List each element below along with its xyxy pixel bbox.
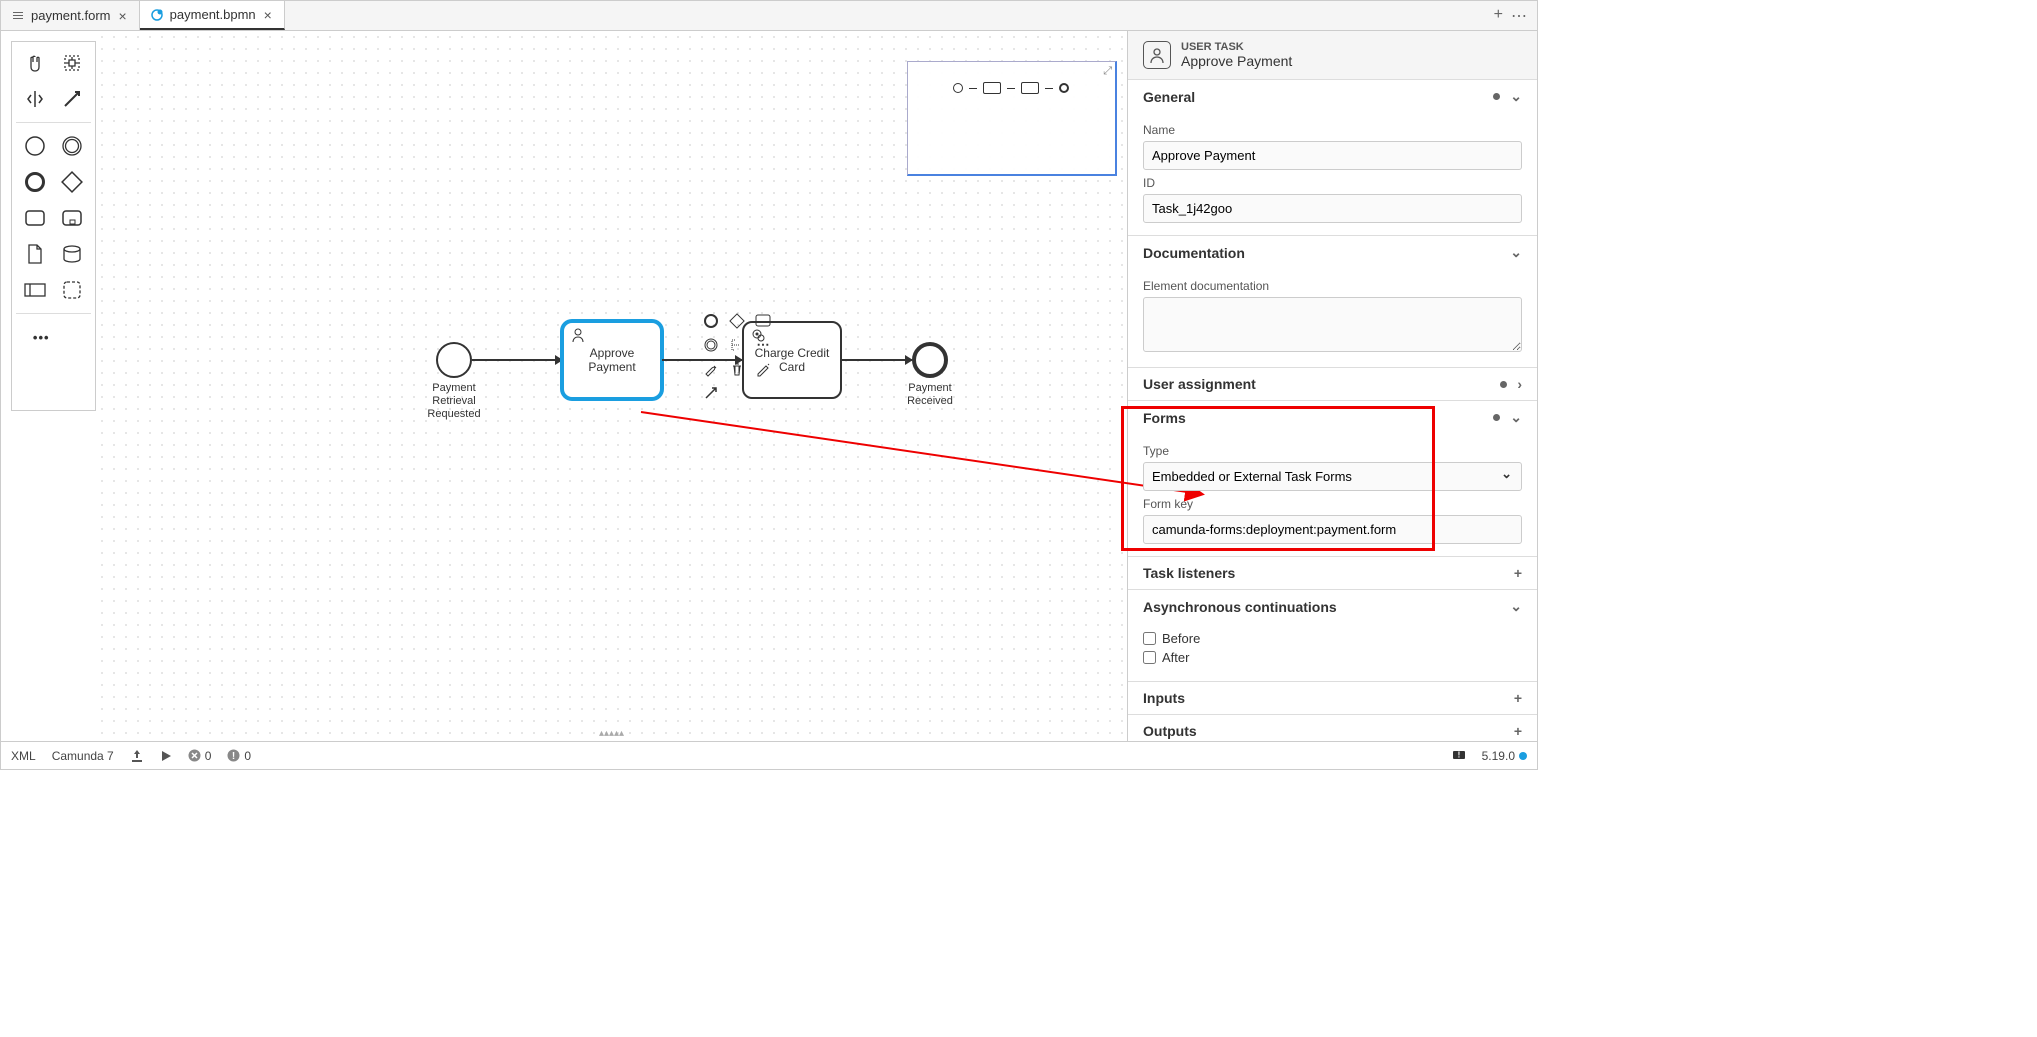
id-input[interactable] bbox=[1143, 194, 1522, 223]
sequence-flow[interactable] bbox=[472, 359, 562, 361]
section-async-toggle[interactable]: Asynchronous continuations ⌄ bbox=[1128, 590, 1537, 623]
element-type: USER TASK bbox=[1181, 41, 1292, 53]
delete-tool[interactable] bbox=[727, 359, 747, 379]
name-label: Name bbox=[1143, 123, 1522, 137]
user-icon bbox=[570, 327, 586, 346]
errors-button[interactable]: 0 bbox=[188, 749, 212, 763]
connect-from[interactable] bbox=[701, 383, 721, 403]
add-icon[interactable]: + bbox=[1514, 565, 1522, 581]
user-task-icon bbox=[1143, 41, 1171, 69]
end-event-tool[interactable] bbox=[22, 169, 48, 195]
append-intermediate[interactable] bbox=[701, 335, 721, 355]
properties-panel: USER TASK Approve Payment General ⌄ Name… bbox=[1127, 31, 1537, 741]
async-after-checkbox[interactable] bbox=[1143, 651, 1156, 664]
tab-menu-button[interactable]: ⋯ bbox=[1511, 6, 1527, 26]
id-label: ID bbox=[1143, 176, 1522, 190]
more-tools[interactable]: ••• bbox=[28, 324, 54, 350]
bpmn-icon bbox=[150, 8, 164, 22]
group-tool[interactable] bbox=[59, 277, 85, 303]
append-end-event[interactable] bbox=[701, 311, 721, 331]
change-type[interactable]: ⋯ bbox=[753, 335, 773, 355]
wrench-tool[interactable] bbox=[701, 359, 721, 379]
task-tool[interactable] bbox=[22, 205, 48, 231]
subprocess-tool[interactable] bbox=[59, 205, 85, 231]
warnings-button[interactable]: ! 0 bbox=[227, 749, 251, 763]
new-tab-button[interactable]: + bbox=[1494, 6, 1503, 26]
section-documentation-toggle[interactable]: Documentation ⌄ bbox=[1128, 236, 1537, 269]
chevron-down-icon: ⌄ bbox=[1510, 244, 1522, 261]
start-event[interactable]: Payment Retrieval Requested bbox=[436, 342, 472, 378]
tool-palette: ••• bbox=[11, 41, 96, 411]
end-event-label: Payment Received bbox=[890, 382, 970, 408]
form-key-label: Form key bbox=[1143, 497, 1522, 511]
chevron-right-icon: › bbox=[1517, 376, 1522, 392]
section-outputs-toggle[interactable]: Outputs + bbox=[1128, 715, 1537, 741]
tab-label: payment.bpmn bbox=[170, 7, 256, 22]
annotation-tool[interactable] bbox=[727, 335, 747, 355]
panel-resize-handle[interactable]: ▴▴▴▴▴ bbox=[599, 728, 624, 739]
intermediate-event-tool[interactable] bbox=[59, 133, 85, 159]
close-icon[interactable]: × bbox=[116, 8, 128, 24]
deploy-button[interactable] bbox=[130, 749, 144, 763]
tab-payment-bpmn[interactable]: payment.bpmn × bbox=[140, 1, 285, 30]
end-event[interactable]: Payment Received bbox=[912, 342, 948, 378]
color-tool[interactable] bbox=[753, 359, 773, 379]
append-gateway[interactable] bbox=[727, 311, 747, 331]
minimap[interactable]: ⤢ bbox=[907, 61, 1117, 176]
documentation-textarea[interactable] bbox=[1143, 297, 1522, 352]
sequence-flow[interactable] bbox=[842, 359, 912, 361]
start-event-tool[interactable] bbox=[22, 133, 48, 159]
doc-label: Element documentation bbox=[1143, 279, 1522, 293]
add-icon[interactable]: + bbox=[1514, 690, 1522, 706]
hand-tool[interactable] bbox=[22, 50, 48, 76]
task-label: Approve Payment bbox=[588, 346, 635, 375]
minimap-collapse-icon[interactable]: ⤢ bbox=[1103, 65, 1112, 78]
data-object-tool[interactable] bbox=[22, 241, 48, 267]
chevron-down-icon: ⌄ bbox=[1510, 409, 1522, 426]
chevron-down-icon: ⌄ bbox=[1510, 88, 1522, 105]
section-task-listeners-toggle[interactable]: Task listeners + bbox=[1128, 557, 1537, 589]
section-general-toggle[interactable]: General ⌄ bbox=[1128, 80, 1537, 113]
start-event-label: Payment Retrieval Requested bbox=[414, 382, 494, 422]
async-before-checkbox[interactable] bbox=[1143, 632, 1156, 645]
user-task-approve[interactable]: Approve Payment bbox=[562, 321, 662, 399]
data-store-tool[interactable] bbox=[59, 241, 85, 267]
element-name: Approve Payment bbox=[1181, 53, 1292, 69]
context-pad: ⋯ bbox=[701, 311, 775, 403]
chevron-down-icon: ⌄ bbox=[1510, 598, 1522, 615]
section-inputs-toggle[interactable]: Inputs + bbox=[1128, 682, 1537, 714]
status-bar: XML Camunda 7 0 ! 0 ! 5.19.0 bbox=[1, 741, 1537, 769]
gateway-tool[interactable] bbox=[59, 169, 85, 195]
platform-label[interactable]: Camunda 7 bbox=[52, 749, 114, 763]
form-type-select[interactable]: Embedded or External Task Forms bbox=[1143, 462, 1522, 491]
space-tool[interactable] bbox=[22, 86, 48, 112]
close-icon[interactable]: × bbox=[262, 7, 274, 23]
tabs-bar: payment.form × payment.bpmn × + ⋯ bbox=[1, 1, 1537, 31]
form-icon bbox=[11, 9, 25, 23]
run-button[interactable] bbox=[160, 750, 172, 762]
add-icon[interactable]: + bbox=[1514, 723, 1522, 739]
version-label[interactable]: 5.19.0 bbox=[1482, 749, 1527, 763]
pool-tool[interactable] bbox=[22, 277, 48, 303]
xml-toggle[interactable]: XML bbox=[11, 749, 36, 763]
connect-tool[interactable] bbox=[59, 86, 85, 112]
tab-label: payment.form bbox=[31, 8, 110, 23]
lasso-tool[interactable] bbox=[59, 50, 85, 76]
svg-text:!: ! bbox=[232, 751, 235, 762]
form-key-input[interactable] bbox=[1143, 515, 1522, 544]
append-task[interactable] bbox=[753, 311, 773, 331]
form-type-label: Type bbox=[1143, 444, 1522, 458]
name-input[interactable] bbox=[1143, 141, 1522, 170]
section-user-assignment-toggle[interactable]: User assignment › bbox=[1128, 368, 1537, 400]
svg-text:!: ! bbox=[1457, 750, 1460, 759]
element-header: USER TASK Approve Payment bbox=[1128, 31, 1537, 79]
tab-payment-form[interactable]: payment.form × bbox=[1, 1, 140, 30]
section-forms-toggle[interactable]: Forms ⌄ bbox=[1128, 401, 1537, 434]
bpmn-canvas[interactable]: ⤢ Payment Retrieval Requested bbox=[96, 31, 1127, 741]
feedback-button[interactable]: ! bbox=[1452, 749, 1466, 763]
